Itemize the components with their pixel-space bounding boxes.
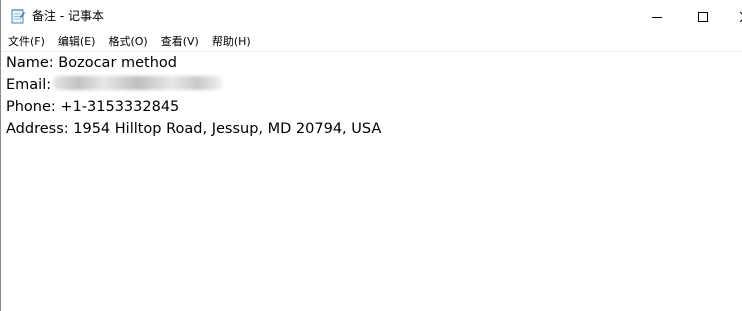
- menu-help[interactable]: 帮助(H): [205, 32, 251, 51]
- menu-edit[interactable]: 编辑(E): [51, 32, 96, 51]
- email-label: Email:: [6, 77, 52, 93]
- phone-label: Phone:: [6, 99, 56, 115]
- menu-format[interactable]: 格式(O): [101, 32, 147, 51]
- title-bar[interactable]: 备注 - 记事本: [1, 0, 742, 32]
- name-label: Name:: [6, 55, 54, 71]
- close-button[interactable]: [726, 0, 742, 32]
- text-line-email: Email:: [6, 74, 224, 96]
- address-label: Address:: [6, 121, 69, 137]
- text-line-address: Address: 1954 Hilltop Road, Jessup, MD 2…: [6, 118, 381, 140]
- phone-value: +1-3153332845: [55, 99, 180, 115]
- minimize-button[interactable]: [634, 0, 680, 32]
- text-line-name: Name: Bozocar method: [6, 52, 177, 74]
- minimize-icon: [652, 7, 662, 26]
- email-redacted: [53, 76, 224, 90]
- menu-view[interactable]: 查看(V): [154, 32, 199, 51]
- name-value: Bozocar method: [53, 55, 178, 71]
- maximize-icon: [698, 7, 708, 26]
- notepad-window: 备注 - 记事本 文件(F) 编辑(E) 格式(O) 查看(V) 帮助(H) N…: [0, 0, 742, 311]
- text-editor[interactable]: Name: Bozocar method Email: Phone: +1-31…: [2, 52, 742, 311]
- maximize-button[interactable]: [680, 0, 726, 32]
- menu-file[interactable]: 文件(F): [1, 32, 45, 51]
- text-line-phone: Phone: +1-3153332845: [6, 96, 179, 118]
- address-value: 1954 Hilltop Road, Jessup, MD 20794, USA: [68, 121, 382, 137]
- menu-bar: 文件(F) 编辑(E) 格式(O) 查看(V) 帮助(H): [1, 32, 742, 51]
- notepad-icon: [11, 8, 25, 24]
- window-title: 备注 - 记事本: [32, 9, 104, 23]
